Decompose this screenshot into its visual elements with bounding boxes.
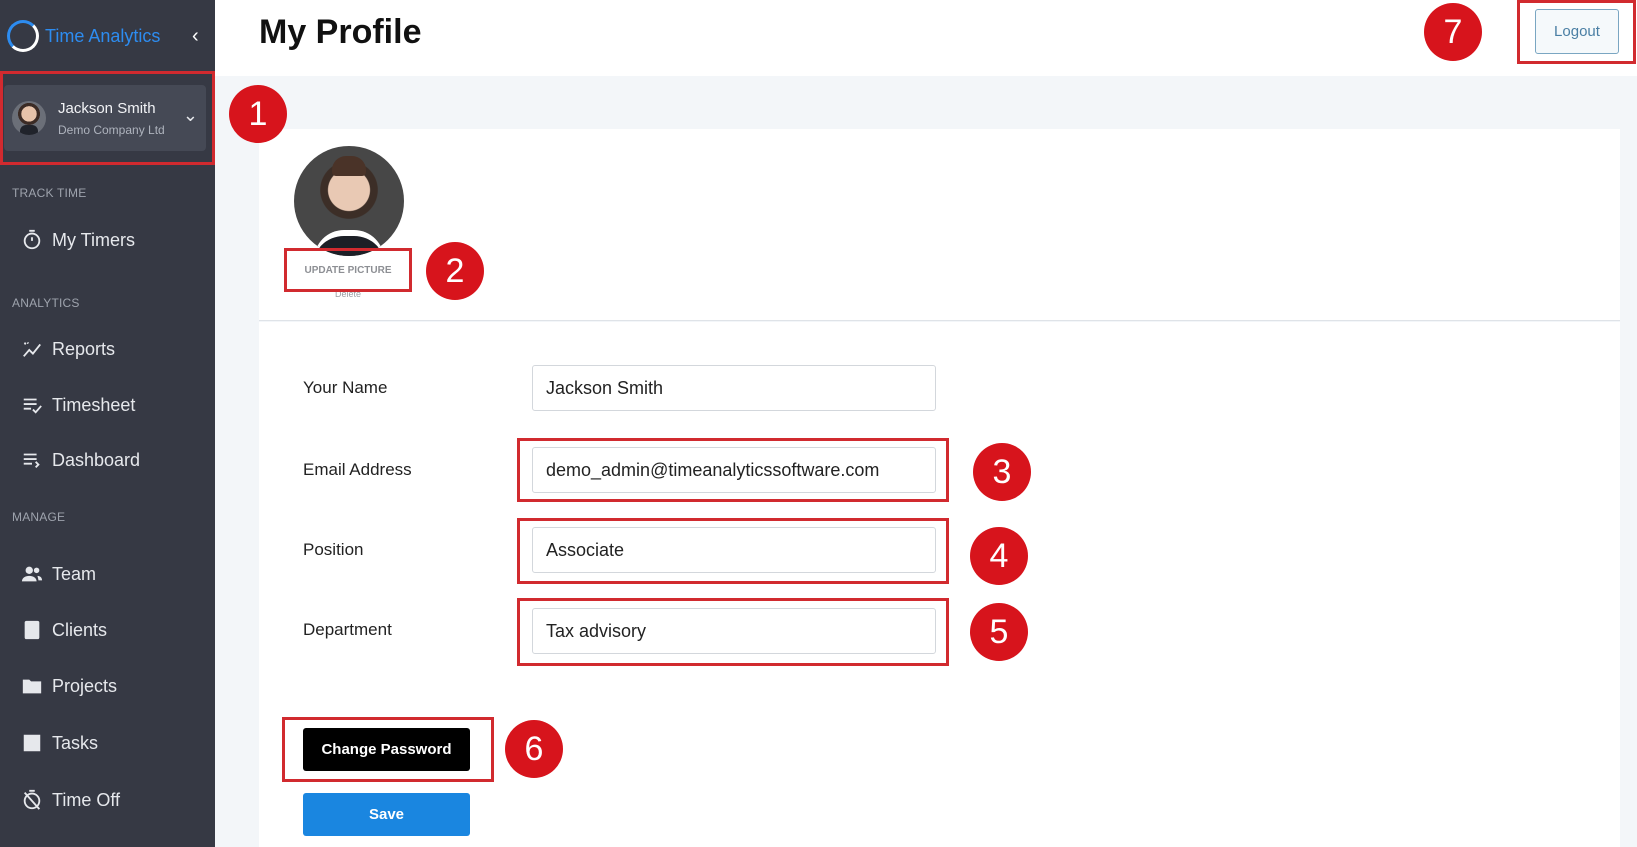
change-password-button[interactable]: Change Password xyxy=(303,728,470,771)
time-analytics-logo-icon xyxy=(7,20,39,52)
user-company: Demo Company Ltd xyxy=(58,122,165,137)
annotation-badge-3: 3 xyxy=(973,443,1031,501)
tasks-icon xyxy=(20,731,44,755)
sidebar-item-label: Timesheet xyxy=(52,394,136,415)
department-label: Department xyxy=(303,620,392,639)
team-icon xyxy=(20,562,44,586)
sidebar-item-timesheet[interactable]: Timesheet xyxy=(20,389,200,421)
section-label-analytics: ANALYTICS xyxy=(12,296,80,310)
annotation-badge-1: 1 xyxy=(229,85,287,143)
email-field[interactable] xyxy=(532,447,936,493)
sidebar-item-dashboard[interactable]: Dashboard xyxy=(20,444,200,476)
position-label: Position xyxy=(303,540,364,559)
section-label-track-time: TRACK TIME xyxy=(12,186,87,200)
department-field[interactable] xyxy=(532,608,936,654)
avatar xyxy=(12,101,46,135)
section-label-manage: MANAGE xyxy=(12,510,66,524)
sidebar-item-label: Reports xyxy=(52,338,116,359)
sidebar-item-time-off[interactable]: Time Off xyxy=(20,784,200,816)
sidebar-item-reports[interactable]: Reports xyxy=(20,333,200,365)
chart-icon xyxy=(20,337,44,361)
sidebar-item-label: Team xyxy=(52,563,97,584)
sidebar-item-label: My Timers xyxy=(52,229,135,250)
sidebar-item-clients[interactable]: Clients xyxy=(20,614,200,646)
sidebar-item-label: Projects xyxy=(52,675,118,696)
sidebar-item-projects[interactable]: Projects xyxy=(20,670,200,702)
delete-picture-link[interactable]: Delete xyxy=(320,289,376,299)
profile-picture xyxy=(294,146,404,256)
sidebar-item-my-timers[interactable]: My Timers xyxy=(20,224,200,256)
email-label: Email Address xyxy=(303,460,412,479)
sidebar-item-tasks[interactable]: Tasks xyxy=(20,727,200,759)
position-field[interactable] xyxy=(532,527,936,573)
timesheet-icon xyxy=(20,393,44,417)
client-icon xyxy=(20,618,44,642)
stopwatch-icon xyxy=(20,228,44,252)
annotation-badge-4: 4 xyxy=(970,527,1028,585)
time-off-icon xyxy=(20,788,44,812)
dashboard-icon xyxy=(20,448,44,472)
annotation-badge-6: 6 xyxy=(505,720,563,778)
sidebar-item-label: Dashboard xyxy=(52,449,141,470)
sidebar-item-label: Time Off xyxy=(52,789,121,810)
update-picture-button[interactable]: UPDATE PICTURE xyxy=(284,249,412,291)
sidebar-item-team[interactable]: Team xyxy=(20,558,200,590)
annotation-badge-2: 2 xyxy=(426,242,484,300)
user-menu[interactable]: Jackson Smith Demo Company Ltd ⌄ xyxy=(4,85,206,151)
chevron-left-icon[interactable]: ‹ xyxy=(192,24,212,48)
sidebar-item-label: Tasks xyxy=(52,732,99,753)
annotation-badge-7: 7 xyxy=(1424,3,1482,61)
sidebar-item-label: Clients xyxy=(52,619,108,640)
name-field[interactable] xyxy=(532,365,936,411)
name-label: Your Name xyxy=(303,378,388,397)
logout-button[interactable]: Logout xyxy=(1535,9,1619,54)
brand[interactable]: Time Analytics xyxy=(7,20,160,52)
folder-icon xyxy=(20,674,44,698)
save-button[interactable]: Save xyxy=(303,793,470,836)
chevron-down-icon[interactable]: ⌄ xyxy=(183,105,198,126)
sidebar: Time Analytics ‹ Jackson Smith Demo Comp… xyxy=(0,0,215,847)
annotation-badge-5: 5 xyxy=(970,603,1028,661)
user-name: Jackson Smith xyxy=(58,99,156,117)
page-title: My Profile xyxy=(259,13,422,51)
brand-name: Time Analytics xyxy=(45,25,161,46)
